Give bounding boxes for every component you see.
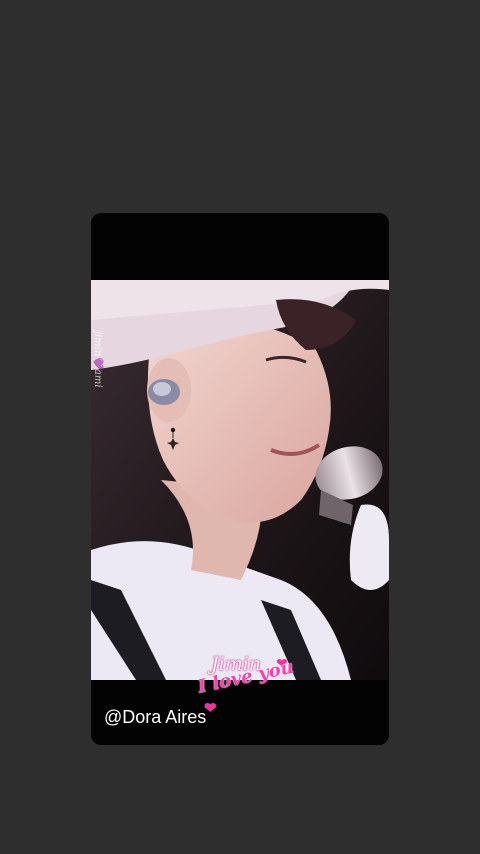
mention-tag[interactable]: @Dora Aires: [104, 707, 206, 728]
singer-photo: [91, 280, 389, 680]
watermark-text: jimin💜ami: [92, 331, 103, 388]
story-card[interactable]: jimin💜ami Jimin ❤ I love you ❤ @Dora Air…: [91, 213, 389, 745]
story-screen: jimin💜ami Jimin ❤ I love you ❤ @Dora Air…: [0, 0, 480, 854]
story-photo: [91, 280, 389, 680]
gif-sticker[interactable]: Jimin ❤ I love you ❤: [196, 653, 316, 723]
